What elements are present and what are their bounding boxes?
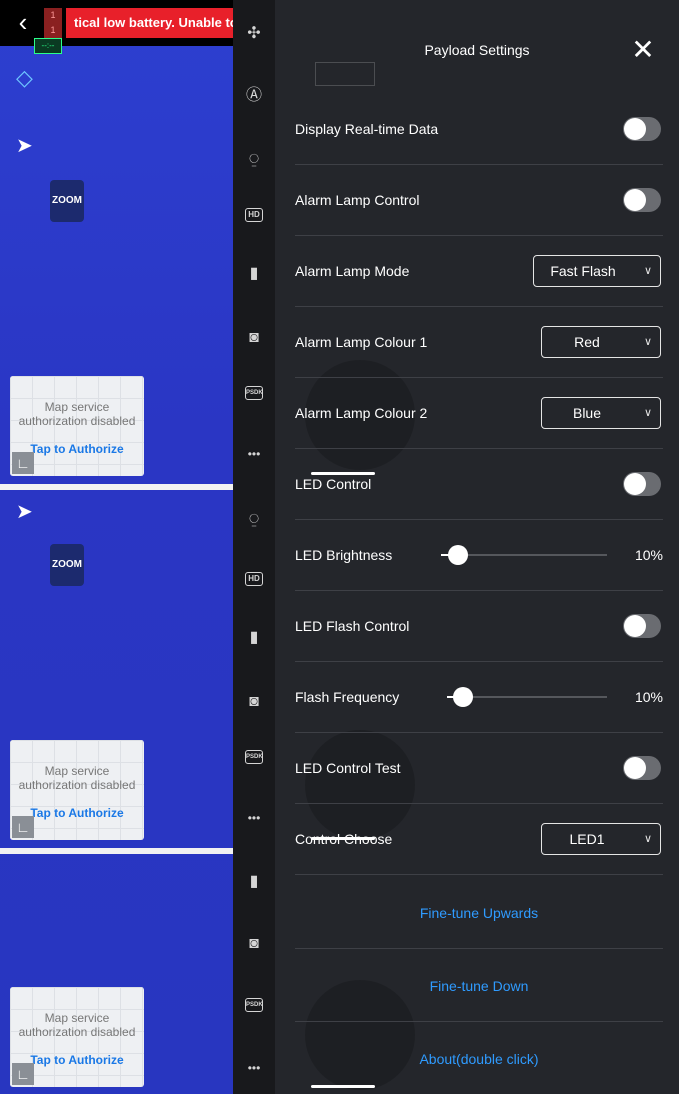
setting-label: LED Control [295, 476, 372, 492]
close-icon[interactable]: ✕ [629, 36, 657, 64]
setting-led-brightness: LED Brightness 10% [295, 520, 663, 591]
home-indicator [311, 472, 375, 475]
brightness-slider[interactable] [441, 545, 607, 565]
toggle-switch[interactable] [623, 188, 661, 212]
slider-value: 10% [634, 547, 663, 563]
toggle-switch[interactable] [623, 614, 661, 638]
map-auth-message: Map service authorization disabled [18, 1011, 136, 1039]
battery-icon[interactable]: ▮ [242, 262, 266, 286]
panel-title: Payload Settings [424, 42, 530, 58]
camera-feed-section: ◇ ➤ ZOOM Map service authorization disab… [0, 0, 233, 484]
more-icon[interactable]: ••• [242, 1056, 266, 1080]
setting-alarm-lamp-colour-2: Alarm Lamp Colour 2 Blue ∨ [295, 378, 663, 449]
dropdown-value: Red [574, 334, 600, 350]
colour-2-dropdown[interactable]: Blue ∨ [541, 397, 661, 429]
home-indicator [311, 1085, 375, 1088]
setting-label: LED Brightness [295, 547, 393, 563]
toggle-knob [624, 615, 646, 637]
colour-1-dropdown[interactable]: Red ∨ [541, 326, 661, 358]
setting-led-flash-control: LED Flash Control [295, 591, 663, 662]
joystick-icon[interactable]: Ⓐ [242, 84, 266, 108]
setting-led-control: LED Control [295, 449, 663, 520]
setting-led-control-test: LED Control Test [295, 733, 663, 804]
setting-label: Alarm Lamp Colour 2 [295, 405, 428, 421]
setting-label: Display Real-time Data [295, 121, 439, 137]
dropdown-value: Blue [572, 405, 602, 421]
map-auth-message: Map service authorization disabled [18, 764, 136, 792]
slider-value: 10% [634, 689, 663, 705]
waypoint-icon[interactable]: ◇ [16, 67, 36, 89]
fine-tune-up-button[interactable]: Fine-tune Upwards [295, 878, 663, 949]
setting-alarm-lamp-mode: Alarm Lamp Mode Fast Flash ∨ [295, 236, 663, 307]
camera-icon[interactable]: ◙ [242, 690, 266, 714]
map-expand-icon[interactable]: ∟ [12, 1063, 34, 1085]
more-icon[interactable]: ••• [242, 806, 266, 830]
setting-alarm-lamp-colour-1: Alarm Lamp Colour 1 Red ∨ [295, 307, 663, 378]
camera-feed-section: Map service authorization disabled Tap t… [0, 854, 233, 1094]
setting-label: LED Flash Control [295, 618, 410, 634]
map-auth-message: Map service authorization disabled [18, 400, 136, 428]
drone-icon[interactable]: ✣ [242, 22, 266, 46]
alarm-mode-dropdown[interactable]: Fast Flash ∨ [533, 255, 661, 287]
map-expand-icon[interactable]: ∟ [12, 816, 34, 838]
toggle-knob [624, 473, 646, 495]
psdk-icon[interactable]: PSDK [245, 998, 263, 1012]
aircraft-icon: ➤ [16, 501, 33, 523]
payload-settings-panel: Payload Settings ✕ Display Real-time Dat… [275, 0, 679, 1094]
chevron-left-icon[interactable]: ‹ [8, 8, 38, 38]
signal-indicator: --:-- [34, 38, 62, 54]
aircraft-icon: ➤ [16, 135, 33, 157]
home-indicator [311, 837, 375, 840]
dropdown-value: Fast Flash [550, 263, 616, 279]
toggle-knob [624, 757, 646, 779]
map-card[interactable]: Map service authorization disabled Tap t… [10, 740, 144, 840]
setting-label: Alarm Lamp Mode [295, 263, 410, 279]
toggle-switch[interactable] [623, 472, 661, 496]
rc-status-badge: 11 [44, 8, 62, 38]
hd-icon[interactable]: HD [245, 208, 263, 222]
camera-icon[interactable]: ◙ [242, 326, 266, 350]
battery-icon[interactable]: ▮ [242, 870, 266, 894]
setting-label: LED Control Test [295, 760, 401, 776]
chevron-down-icon: ∨ [643, 833, 652, 845]
fine-tune-down-button[interactable]: Fine-tune Down [295, 951, 663, 1022]
frequency-slider[interactable] [447, 687, 607, 707]
battery-icon[interactable]: ▮ [242, 626, 266, 650]
psdk-icon[interactable]: PSDK [245, 386, 263, 400]
tool-column: ✣ Ⓐ ⍜ HD ▮ ◙ PSDK ••• ⍜ HD ▮ ◙ PSDK ••• … [233, 0, 275, 1094]
slider-thumb[interactable] [453, 687, 473, 707]
camera-view: ◇ ➤ ZOOM Map service authorization disab… [0, 0, 233, 1094]
chevron-down-icon: ∨ [643, 265, 652, 277]
dropdown-value: LED1 [569, 831, 605, 847]
control-choose-dropdown[interactable]: LED1 ∨ [541, 823, 661, 855]
chevron-down-icon: ∨ [643, 407, 652, 419]
setting-display-realtime: Display Real-time Data [295, 94, 663, 165]
toggle-switch[interactable] [623, 756, 661, 780]
zoom-button[interactable]: ZOOM [50, 180, 84, 222]
setting-alarm-lamp-control: Alarm Lamp Control [295, 165, 663, 236]
toggle-knob [624, 189, 646, 211]
more-icon[interactable]: ••• [242, 442, 266, 466]
remote-controller-icon[interactable]: ⍜ [242, 148, 266, 172]
remote-controller-icon[interactable]: ⍜ [242, 508, 266, 532]
alert-banner[interactable]: tical low battery. Unable to take o [66, 8, 233, 38]
chevron-down-icon: ∨ [643, 336, 652, 348]
map-expand-icon[interactable]: ∟ [12, 452, 34, 474]
setting-label: Alarm Lamp Colour 1 [295, 334, 428, 350]
setting-label: Alarm Lamp Control [295, 192, 420, 208]
setting-label: Flash Frequency [295, 689, 400, 705]
about-button[interactable]: About(double click) [295, 1024, 663, 1094]
camera-icon[interactable]: ◙ [242, 932, 266, 956]
hd-icon[interactable]: HD [245, 572, 263, 586]
toggle-knob [624, 118, 646, 140]
zoom-button[interactable]: ZOOM [50, 544, 84, 586]
setting-flash-frequency: Flash Frequency 10% [295, 662, 663, 733]
map-card[interactable]: Map service authorization disabled Tap t… [10, 376, 144, 476]
map-card[interactable]: Map service authorization disabled Tap t… [10, 987, 144, 1087]
toggle-switch[interactable] [623, 117, 661, 141]
psdk-icon[interactable]: PSDK [245, 750, 263, 764]
camera-feed-section: ➤ ZOOM Map service authorization disable… [0, 490, 233, 848]
slider-thumb[interactable] [447, 545, 468, 565]
